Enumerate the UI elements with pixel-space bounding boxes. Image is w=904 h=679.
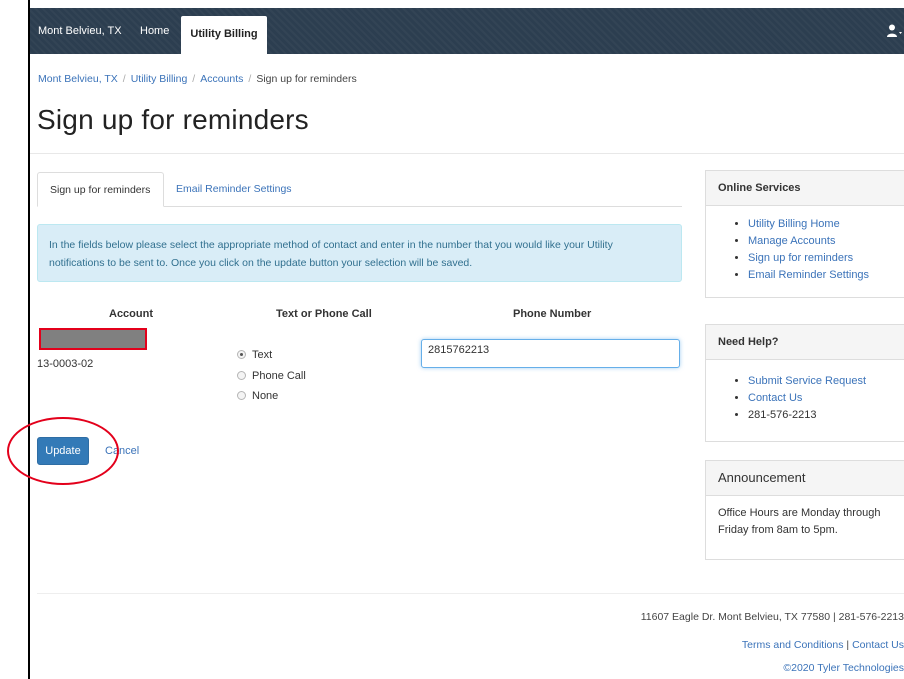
nav-home-link[interactable]: Home <box>140 8 169 54</box>
online-services-list: Utility Billing Home Manage Accounts Sig… <box>706 206 904 294</box>
list-item: Manage Accounts <box>748 233 904 250</box>
tab-sign-up-reminders[interactable]: Sign up for reminders <box>37 172 164 207</box>
breadcrumb-link-city[interactable]: Mont Belvieu, TX <box>38 73 118 85</box>
link-submit-service-request[interactable]: Submit Service Request <box>748 375 866 387</box>
page-title: Sign up for reminders <box>37 104 309 135</box>
link-contact-us[interactable]: Contact Us <box>748 392 802 404</box>
breadcrumb: Mont Belvieu, TX / Utility Billing / Account… <box>38 73 357 85</box>
breadcrumb-link-utility-billing[interactable]: Utility Billing <box>131 73 188 85</box>
link-sign-up-reminders[interactable]: Sign up for reminders <box>748 252 853 264</box>
list-item: Contact Us <box>748 390 904 407</box>
column-header-phone-number: Phone Number <box>513 308 592 320</box>
need-help-heading: Need Help? <box>706 325 904 360</box>
top-navbar: Mont Belvieu, TX Home Utility Billing <box>30 8 904 54</box>
announcement-body: Office Hours are Monday through Friday f… <box>718 507 881 536</box>
radio-label-text: Text <box>252 349 273 361</box>
column-header-account: Account <box>109 308 153 320</box>
online-services-heading: Online Services <box>706 171 904 206</box>
link-email-reminder-settings[interactable]: Email Reminder Settings <box>748 269 869 281</box>
phone-number-input[interactable] <box>421 339 680 368</box>
link-utility-billing-home[interactable]: Utility Billing Home <box>748 218 840 230</box>
redacted-account-name <box>39 328 147 350</box>
radio-phone-call[interactable]: Phone Call <box>237 368 306 384</box>
radio-label-none: None <box>252 390 279 402</box>
account-number: 13-0003-02 <box>37 358 94 370</box>
footer-pipe: | <box>846 639 850 651</box>
list-item: Submit Service Request <box>748 373 904 390</box>
need-help-panel: Need Help? Submit Service Request Contac… <box>705 324 904 442</box>
tab-email-reminder-settings[interactable]: Email Reminder Settings <box>164 172 304 206</box>
need-help-list: Submit Service Request Contact Us 281-57… <box>706 360 904 434</box>
radio-text[interactable]: Text <box>237 347 272 363</box>
online-services-panel: Online Services Utility Billing Home Man… <box>705 170 904 298</box>
update-button[interactable]: Update <box>37 437 89 465</box>
footer-address: 11607 Eagle Dr. Mont Belvieu, TX 77580 |… <box>640 611 904 623</box>
list-item: Utility Billing Home <box>748 216 904 233</box>
announcement-panel: Announcement Office Hours are Monday thr… <box>705 460 904 560</box>
radio-button[interactable] <box>237 391 246 400</box>
radio-button[interactable] <box>237 371 246 380</box>
window-left-border <box>28 0 30 679</box>
announcement-heading: Announcement <box>706 461 904 496</box>
breadcrumb-separator: / <box>248 73 252 85</box>
title-divider <box>30 153 904 154</box>
top-margin <box>28 0 904 8</box>
footer-contact-link[interactable]: Contact Us <box>852 639 904 651</box>
cancel-link[interactable]: Cancel <box>105 445 139 457</box>
breadcrumb-separator: / <box>122 73 126 85</box>
footer-divider <box>37 593 904 594</box>
footer-copyright: ©2020 Tyler Technologies <box>783 662 904 674</box>
radio-none[interactable]: None <box>237 388 278 404</box>
breadcrumb-separator: / <box>192 73 196 85</box>
footer-links: Terms and Conditions | Contact Us <box>742 639 904 651</box>
list-item: Sign up for reminders <box>748 250 904 267</box>
list-item: Email Reminder Settings <box>748 267 904 284</box>
tab-bar: Sign up for reminders Email Reminder Set… <box>37 172 682 207</box>
user-icon[interactable] <box>886 23 902 39</box>
info-alert: In the fields below please select the ap… <box>37 224 682 282</box>
column-header-text-or-phone: Text or Phone Call <box>276 308 372 320</box>
footer-terms-link[interactable]: Terms and Conditions <box>742 639 844 651</box>
breadcrumb-current: Sign up for reminders <box>256 73 357 85</box>
breadcrumb-link-accounts[interactable]: Accounts <box>200 73 243 85</box>
help-phone: 281-576-2213 <box>748 407 904 424</box>
nav-utility-billing-tab[interactable]: Utility Billing <box>181 16 267 54</box>
radio-button-checked[interactable] <box>237 350 246 359</box>
nav-brand-link[interactable]: Mont Belvieu, TX <box>38 8 122 54</box>
link-manage-accounts[interactable]: Manage Accounts <box>748 235 835 247</box>
radio-label-phone-call: Phone Call <box>252 370 306 382</box>
